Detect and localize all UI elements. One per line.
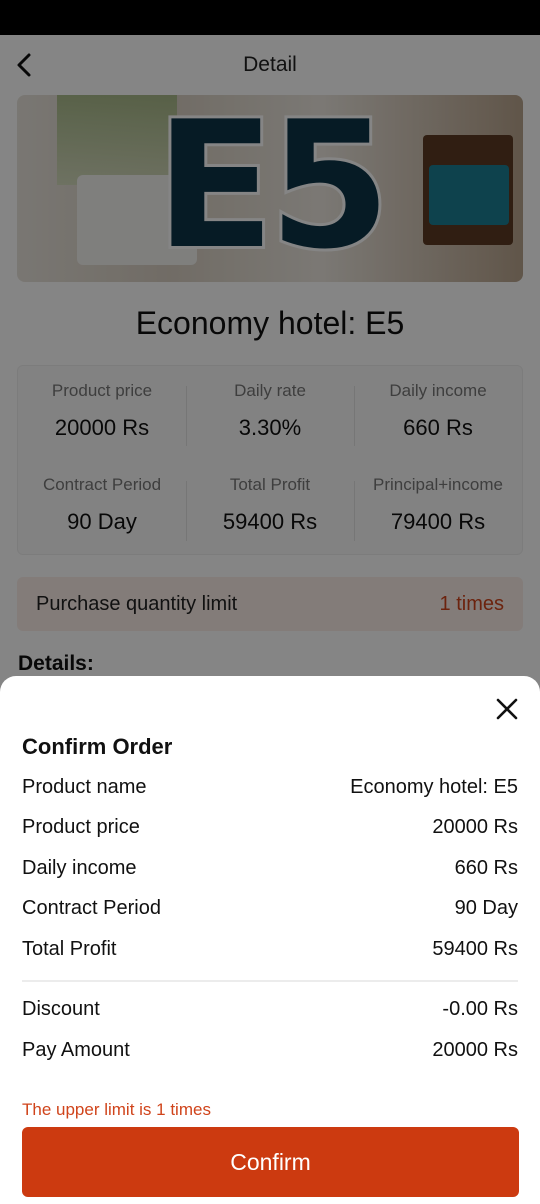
row-label: Total Profit [22, 938, 117, 960]
row-label: Pay Amount [22, 1039, 130, 1061]
row-value: 660 Rs [454, 857, 518, 879]
row-value: 59400 Rs [432, 938, 518, 960]
row-label: Discount [22, 998, 100, 1020]
order-row-daily-income: Daily income 660 Rs [22, 857, 518, 887]
sheet-title: Confirm Order [22, 734, 173, 759]
divider [22, 980, 518, 982]
confirm-order-sheet: Confirm Order Product name Economy hotel… [0, 676, 540, 1204]
status-bar [0, 0, 540, 35]
order-row-total-profit: Total Profit 59400 Rs [22, 938, 518, 968]
row-value: 90 Day [454, 897, 518, 919]
row-label: Daily income [22, 857, 137, 879]
row-value: Economy hotel: E5 [350, 776, 518, 798]
row-label: Product name [22, 776, 147, 798]
order-row-contract-period: Contract Period 90 Day [22, 897, 518, 927]
order-row-pay-amount: Pay Amount 20000 Rs [22, 1039, 518, 1069]
row-value: -0.00 Rs [442, 998, 518, 1020]
order-row-product-price: Product price 20000 Rs [22, 816, 518, 846]
row-label: Contract Period [22, 897, 161, 919]
row-value: 20000 Rs [432, 1039, 518, 1061]
row-label: Product price [22, 816, 140, 838]
order-row-product-name: Product name Economy hotel: E5 [22, 776, 518, 806]
row-value: 20000 Rs [432, 816, 518, 838]
limit-warning: The upper limit is 1 times [22, 1100, 211, 1119]
confirm-button[interactable]: Confirm [22, 1127, 519, 1197]
order-row-discount: Discount -0.00 Rs [22, 998, 518, 1028]
close-icon[interactable] [494, 696, 520, 722]
